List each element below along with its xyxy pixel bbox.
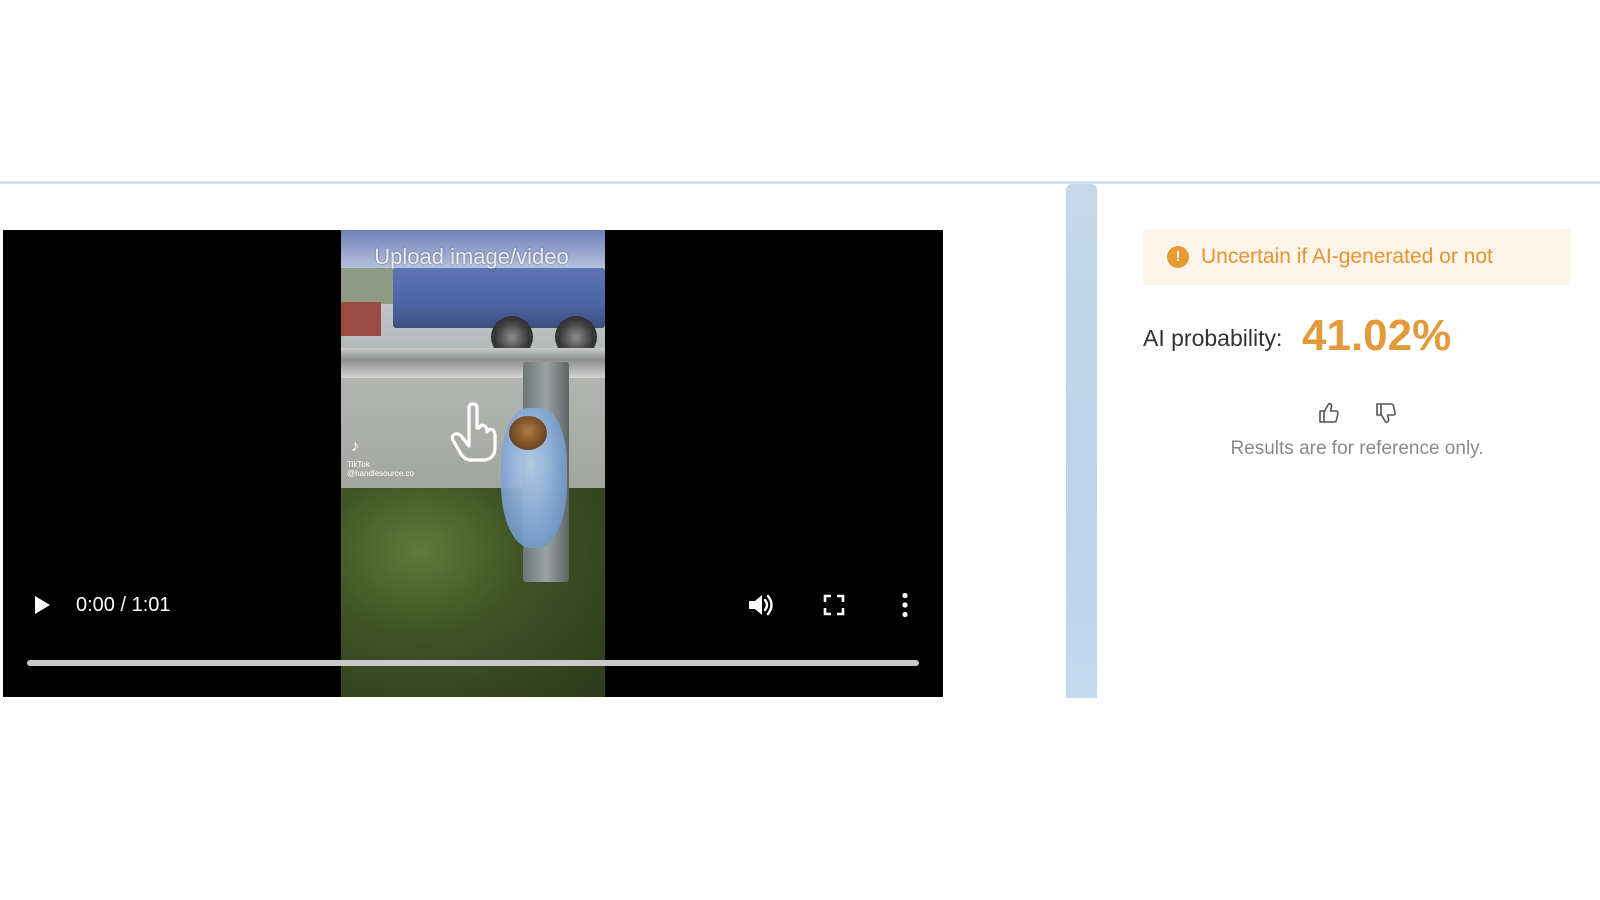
- fullscreen-icon[interactable]: [823, 594, 845, 616]
- hand-pointer-icon[interactable]: [449, 402, 505, 462]
- volume-icon[interactable]: [747, 592, 775, 618]
- video-frame[interactable]: ♪ TikTok @handlesource.co: [341, 230, 605, 697]
- watermark-text: TikTok @handlesource.co: [347, 460, 414, 478]
- frame-trees: [341, 268, 397, 304]
- panel-gutter: [1066, 184, 1097, 698]
- status-text: Uncertain if AI-generated or not: [1201, 245, 1493, 268]
- page: ♪ TikTok @handlesource.co 0:00 / 1:01 Up…: [0, 0, 1600, 900]
- time-display: 0:00 / 1:01: [76, 594, 171, 616]
- upload-prompt[interactable]: Upload image/video: [344, 244, 599, 270]
- disclaimer-note: Results are for reference only.: [1230, 438, 1484, 459]
- probability-label: AI probability:: [1143, 325, 1283, 351]
- video-progress-bar[interactable]: [27, 660, 919, 666]
- probability-value: 41.02%: [1302, 311, 1452, 360]
- thumbs-up-icon[interactable]: [1317, 401, 1341, 425]
- more-vertical-icon[interactable]: [901, 592, 909, 618]
- exclamation-icon: !: [1167, 246, 1189, 268]
- frame-container: [341, 302, 381, 336]
- play-icon[interactable]: [31, 594, 53, 616]
- frame-puppy: [509, 416, 547, 450]
- tiktok-icon: ♪: [351, 438, 359, 455]
- video-player[interactable]: ♪ TikTok @handlesource.co 0:00 / 1:01: [3, 230, 943, 697]
- watermark-handle: @handlesource.co: [347, 469, 414, 478]
- thumbs-down-icon[interactable]: [1374, 401, 1398, 425]
- status-alert: ! Uncertain if AI-generated or not: [1143, 229, 1571, 285]
- watermark-brand: TikTok: [347, 460, 370, 469]
